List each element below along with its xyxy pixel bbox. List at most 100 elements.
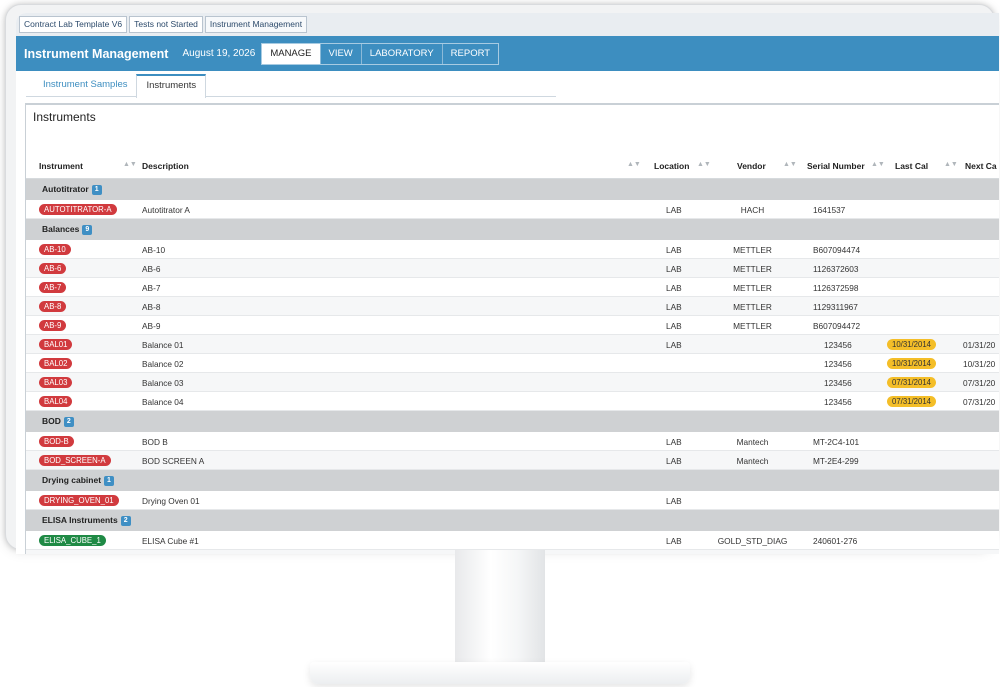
cell-location: LAB <box>666 437 682 447</box>
table-row[interactable]: BAL03 Balance 03 123456 07/31/2014 07/31/20 <box>26 373 999 392</box>
sort-icon[interactable]: ▲▼ <box>871 161 885 168</box>
cell-next-cal: 10/31/20 <box>963 359 996 369</box>
window-tab-template[interactable]: Contract Lab Template V6 <box>19 16 128 33</box>
cell-next-cal: 07/31/20 <box>963 378 996 388</box>
sort-icon[interactable]: ▲▼ <box>944 161 958 168</box>
table-row[interactable]: BOD_SCREEN-A BOD SCREEN A LAB Mantech MT-2E4… <box>26 451 999 470</box>
cell-location: LAB <box>666 283 682 293</box>
cell-location: LAB <box>666 245 682 255</box>
cell-serial-number: 123456 <box>824 397 852 407</box>
cell-vendor: Mantech <box>736 456 769 466</box>
window-tab-tests[interactable]: Tests not Started <box>129 16 203 33</box>
group-row[interactable]: Autotitrator 1 <box>26 179 999 200</box>
group-name: ELISA Instruments <box>42 515 118 525</box>
instrument-id-pill[interactable]: AB-9 <box>39 320 67 331</box>
cell-serial-number: B607094474 <box>813 245 861 255</box>
cell-location: LAB <box>666 496 682 506</box>
table-row[interactable]: AB-9 AB-9 LAB METTLER B607094472 <box>26 316 999 335</box>
table-row[interactable]: AB-7 AB-7 LAB METTLER 1126372598 <box>26 278 999 297</box>
cell-description: Balance 04 <box>142 397 184 407</box>
cell-serial-number: MT-2C4-101 <box>813 437 860 447</box>
instrument-id-pill[interactable]: BAL04 <box>39 396 73 407</box>
col-vendor[interactable]: Vendor <box>737 161 766 171</box>
cell-next-cal: 07/31/20 <box>963 397 996 407</box>
sub-tabs: Instrument Samples Instruments <box>26 74 556 98</box>
cell-vendor: METTLER <box>733 302 772 312</box>
menu-laboratory[interactable]: LABORATORY <box>360 43 442 64</box>
instrument-id-pill[interactable]: AB-10 <box>39 244 71 255</box>
group-row[interactable]: Balances 9 <box>26 219 999 240</box>
instrument-id-pill[interactable]: DRYING_OVEN_01 <box>39 495 119 506</box>
group-row[interactable]: Drying cabinet 1 <box>26 470 999 491</box>
cell-vendor: METTLER <box>733 264 772 274</box>
col-last-cal[interactable]: Last Cal <box>895 161 928 171</box>
table-row[interactable]: AB-6 AB-6 LAB METTLER 1126372603 <box>26 259 999 278</box>
instruments-panel: Instruments Instrument ▲▼ Description ▲▼… <box>25 103 999 554</box>
cell-location: LAB <box>666 321 682 331</box>
table-row[interactable]: BAL04 Balance 04 123456 07/31/2014 07/31/20 <box>26 392 999 411</box>
tab-instrument-samples[interactable]: Instrument Samples <box>34 74 136 96</box>
group-count-badge: 1 <box>91 185 102 195</box>
cell-last-cal-badge: 10/31/2014 <box>887 358 937 369</box>
table-row[interactable]: DRYING_OVEN_01 Drying Oven 01 LAB <box>26 491 999 510</box>
cell-location: LAB <box>666 456 682 466</box>
instrument-id-pill[interactable]: AB-7 <box>39 282 67 293</box>
app-title: Instrument Management <box>24 46 169 61</box>
group-row[interactable]: BOD 2 <box>26 411 999 432</box>
instrument-id-pill[interactable]: AB-8 <box>39 301 67 312</box>
cell-description: AB-9 <box>142 321 161 331</box>
instrument-id-pill[interactable]: AB-6 <box>39 263 67 274</box>
cell-description: AB-10 <box>142 245 166 255</box>
group-name: Drying cabinet <box>42 475 102 485</box>
cell-description: ELISA Cube #1 <box>142 536 199 546</box>
monitor-stand-neck <box>455 550 545 668</box>
col-serial-number[interactable]: Serial Number <box>807 161 865 171</box>
group-name: Autotitrator <box>42 184 89 194</box>
cell-location: LAB <box>666 302 682 312</box>
table-row[interactable]: BAL02 Balance 02 123456 10/31/2014 10/31/20 <box>26 354 999 373</box>
sort-icon[interactable]: ▲▼ <box>697 161 711 168</box>
table-row[interactable]: AUTOTITRATOR-A Autotitrator A LAB HACH 16415… <box>26 200 999 219</box>
cell-description: Balance 02 <box>142 359 184 369</box>
cell-description: Balance 03 <box>142 378 184 388</box>
menu-report[interactable]: REPORT <box>441 43 498 64</box>
cell-serial-number: 123456 <box>824 378 852 388</box>
panel-title: Instruments <box>33 110 96 124</box>
screen: Contract Lab Template V6 Tests not Start… <box>16 13 999 554</box>
group-label: ELISA Instruments 2 <box>42 515 131 526</box>
instrument-id-pill[interactable]: BAL01 <box>39 339 73 350</box>
col-instrument[interactable]: Instrument <box>39 161 83 171</box>
group-label: BOD 2 <box>42 416 74 427</box>
tab-instruments[interactable]: Instruments <box>136 74 207 98</box>
cell-location: LAB <box>666 205 682 215</box>
cell-location: LAB <box>666 264 682 274</box>
sort-icon[interactable]: ▲▼ <box>783 161 797 168</box>
window-tab-instrument-management[interactable]: Instrument Management <box>204 16 308 33</box>
group-row[interactable]: ELISA Instruments 2 <box>26 510 999 531</box>
app-date: August 19, 2026 <box>182 48 256 59</box>
col-location[interactable]: Location <box>654 161 689 171</box>
table-row[interactable]: ELISA_CUBE_1 ELISA Cube #1 LAB GOLD_STD_DIA… <box>26 531 999 550</box>
instrument-id-pill[interactable]: BOD_SCREEN-A <box>39 455 111 466</box>
cell-serial-number: 1126372603 <box>813 264 859 274</box>
table-row[interactable]: AB-10 AB-10 LAB METTLER B607094474 <box>26 240 999 259</box>
col-description[interactable]: Description <box>142 161 189 171</box>
menu-manage[interactable]: MANAGE <box>262 43 320 64</box>
col-next-cal[interactable]: Next Ca <box>965 161 997 171</box>
instrument-id-pill[interactable]: BOD-B <box>39 436 74 447</box>
sort-icon[interactable]: ▲▼ <box>627 161 641 168</box>
table-row[interactable]: BAL01 Balance 01 LAB 123456 10/31/2014 01/31/… <box>26 335 999 354</box>
menu-view[interactable]: VIEW <box>319 43 361 64</box>
instrument-id-pill[interactable]: ELISA_CUBE_1 <box>39 535 106 546</box>
instrument-id-pill[interactable]: BAL02 <box>39 358 73 369</box>
cell-description: Autotitrator A <box>142 205 190 215</box>
instrument-id-pill[interactable]: AUTOTITRATOR-A <box>39 204 117 215</box>
sort-icon[interactable]: ▲▼ <box>123 161 137 168</box>
cell-description: AB-6 <box>142 264 161 274</box>
table-row[interactable]: BOD-B BOD B LAB Mantech MT-2C4-101 <box>26 432 999 451</box>
cell-last-cal-badge: 10/31/2014 <box>887 339 937 350</box>
cell-serial-number: 240601-276 <box>813 536 858 546</box>
table-row[interactable]: AB-8 AB-8 LAB METTLER 1129311967 <box>26 297 999 316</box>
instrument-id-pill[interactable]: BAL03 <box>39 377 73 388</box>
cell-description: Balance 01 <box>142 340 184 350</box>
